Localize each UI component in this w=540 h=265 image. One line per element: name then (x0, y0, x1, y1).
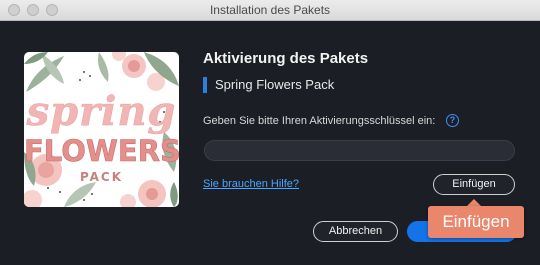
artwork-title-spring: spring (26, 88, 177, 136)
window-title: Installation des Pakets (209, 3, 331, 17)
activation-prompt: Geben Sie bitte Ihren Aktivierungsschlüs… (203, 115, 436, 127)
title-bar: Installation des Pakets (0, 0, 540, 21)
tooltip-arrow (467, 199, 481, 206)
artwork-title-flowers: FLOWERS (24, 134, 179, 169)
paste-tooltip: Einfügen (428, 206, 524, 238)
help-link[interactable]: Sie brauchen Hilfe? (203, 178, 299, 190)
paste-button[interactable]: Einfügen (433, 174, 515, 195)
activation-key-input[interactable] (204, 140, 515, 161)
pack-name: Spring Flowers Pack (215, 77, 335, 92)
pack-accent-bar (203, 77, 207, 93)
installer-window: Installation des Pakets spring FLOWERS P… (0, 0, 540, 265)
dialog-heading: Aktivierung des Pakets (203, 50, 369, 67)
help-icon[interactable]: ? (446, 114, 459, 127)
pack-artwork: spring FLOWERS PACK (24, 52, 179, 207)
cancel-button[interactable]: Abbrechen (313, 221, 398, 242)
artwork-title-pack: PACK (79, 170, 124, 184)
